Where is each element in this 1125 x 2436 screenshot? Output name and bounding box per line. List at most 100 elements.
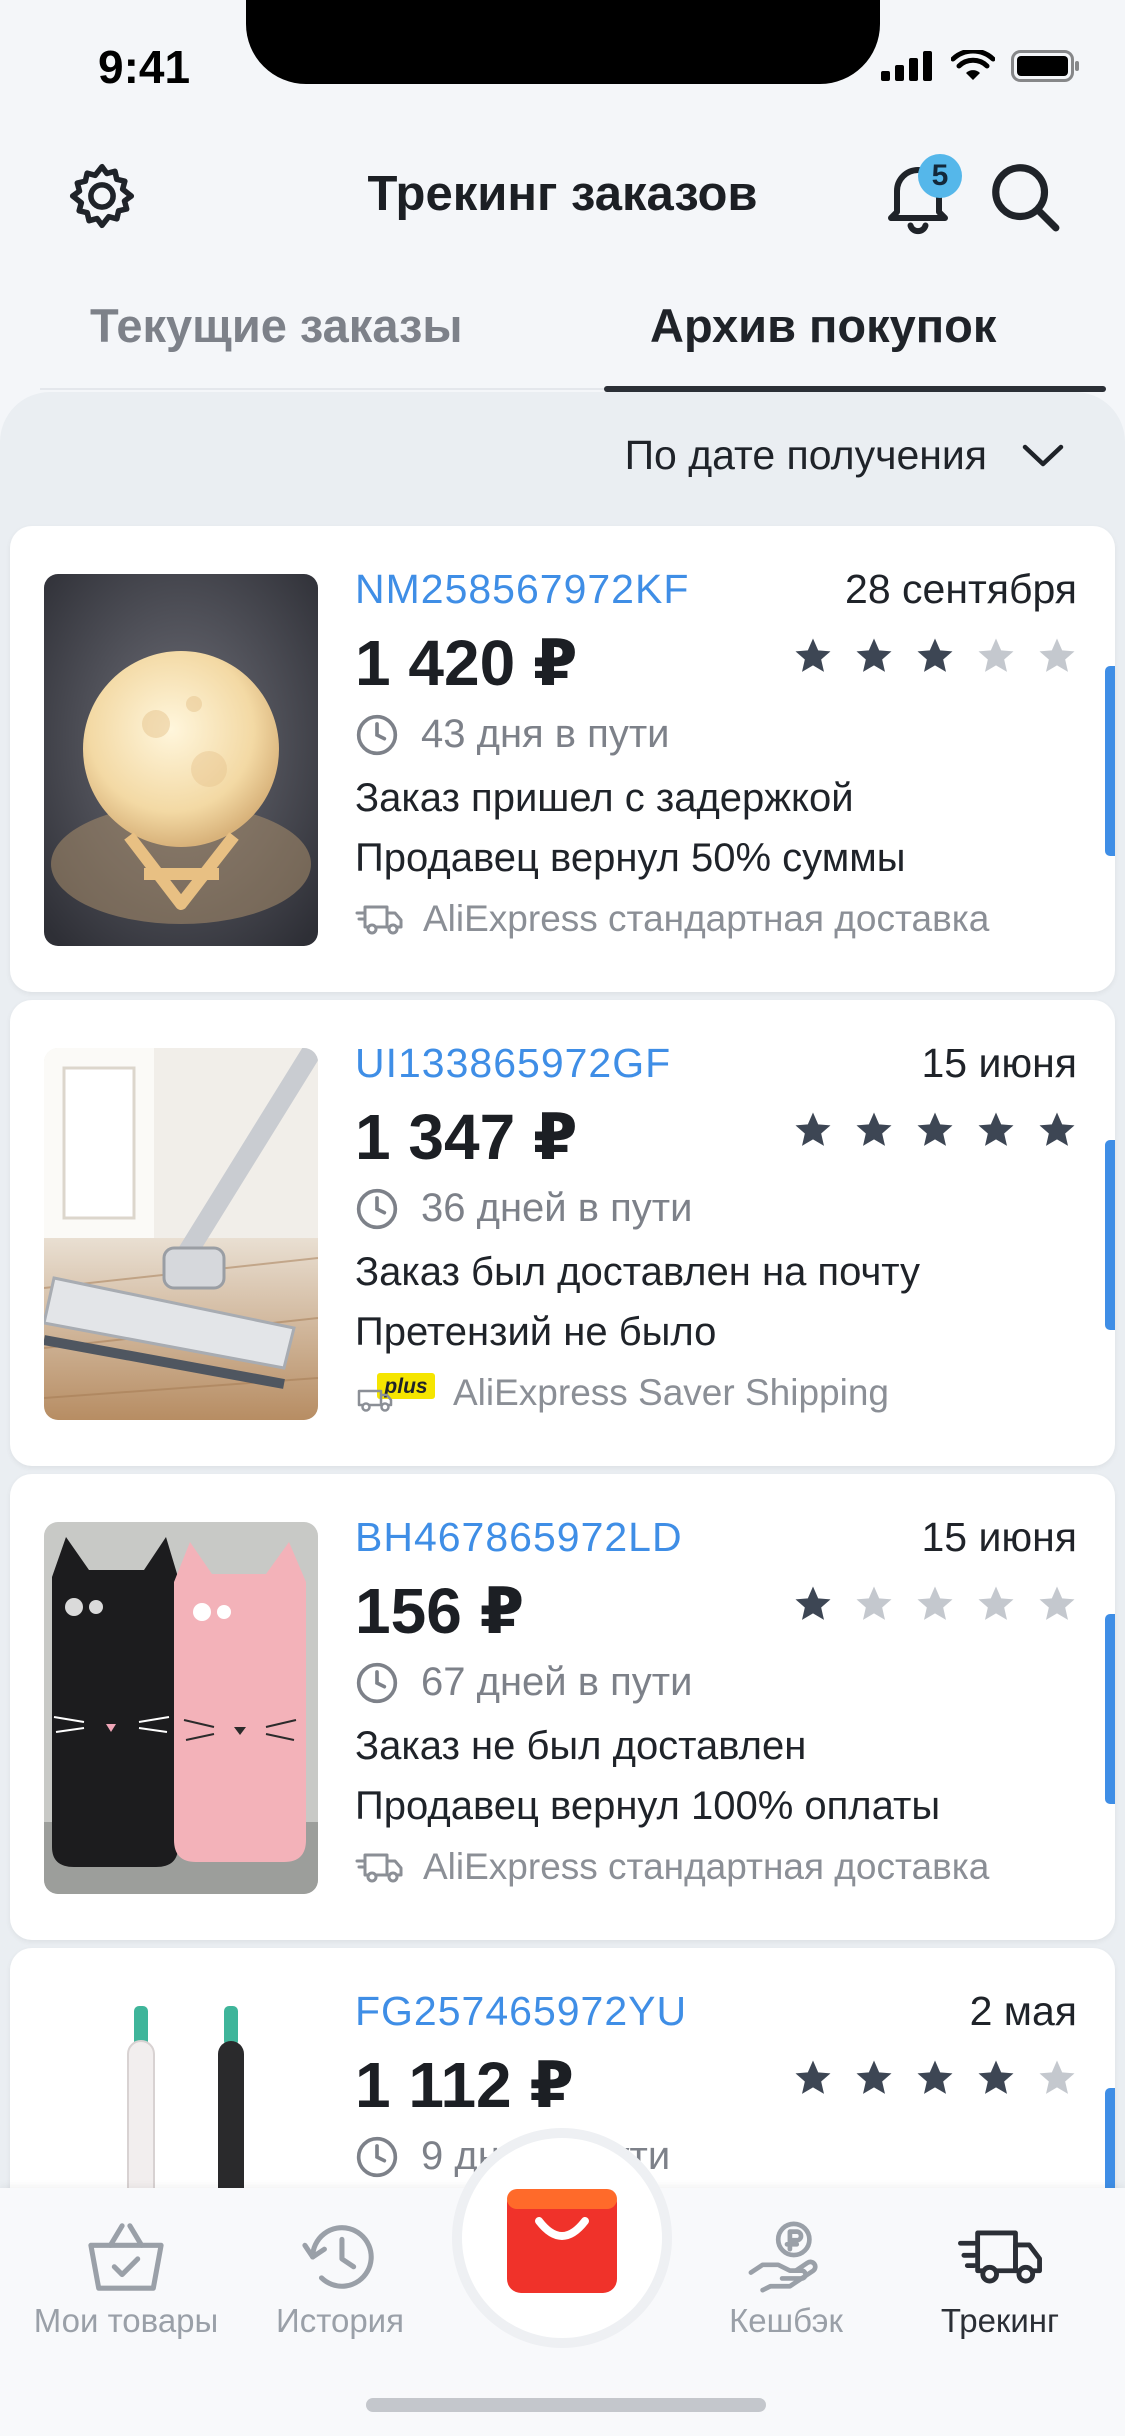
transit-text: 67 дней в пути xyxy=(421,1660,693,1704)
nav-label: Трекинг xyxy=(940,2302,1060,2339)
order-status-line-2: Претензий не было xyxy=(355,1310,717,1354)
rating-stars[interactable] xyxy=(793,636,1077,676)
tab-purchase-archive[interactable]: Архив покупок xyxy=(650,298,996,353)
star-filled-icon[interactable] xyxy=(793,2058,833,2098)
star-filled-icon[interactable] xyxy=(915,2058,955,2098)
shipping-method: plus AliExpress Saver Shipping xyxy=(355,1372,889,1414)
truck-icon xyxy=(355,905,403,935)
shipping-method: AliExpress стандартная доставка xyxy=(355,898,989,940)
tracking-truck-icon xyxy=(958,2230,1042,2284)
nav-item-history[interactable]: История xyxy=(230,2218,450,2340)
star-empty-icon[interactable] xyxy=(976,1584,1016,1624)
swipe-indicator xyxy=(1105,666,1115,856)
star-empty-icon[interactable] xyxy=(915,1584,955,1624)
order-status-line-2: Продавец вернул 100% оплаты xyxy=(355,1784,941,1828)
clock-icon xyxy=(356,2136,398,2177)
order-price: 156 ₽ xyxy=(355,1575,525,1647)
star-filled-icon[interactable] xyxy=(854,1110,894,1150)
rating-stars[interactable] xyxy=(793,1584,1077,1624)
rating-stars[interactable] xyxy=(793,2058,1077,2098)
clock-icon xyxy=(356,1662,398,1703)
clock-icon xyxy=(356,714,398,755)
product-image-mop xyxy=(44,1048,318,1420)
order-price: 1 347 ₽ xyxy=(355,1101,578,1173)
star-filled-icon[interactable] xyxy=(854,2058,894,2098)
notifications-button[interactable]: 5 xyxy=(882,154,962,238)
order-date: 2 мая xyxy=(969,1988,1077,2034)
nav-label: Мои товары xyxy=(33,2302,219,2339)
order-price: 1 420 ₽ xyxy=(355,627,578,699)
nav-item-my-products[interactable]: Мои товары xyxy=(16,2218,236,2340)
star-filled-icon[interactable] xyxy=(1037,1110,1077,1150)
truck-icon xyxy=(355,1853,403,1883)
notification-badge: 5 xyxy=(918,154,962,198)
nav-label: Кешбэк xyxy=(729,2302,843,2339)
swipe-indicator xyxy=(1105,1140,1115,1330)
aliexpress-bag-icon xyxy=(507,2189,617,2293)
star-filled-icon[interactable] xyxy=(793,1584,833,1624)
order-date: 15 июня xyxy=(921,1040,1078,1086)
transit-text: 43 дня в пути xyxy=(421,712,670,756)
orders-list-panel: По дате получения NM258567972KF 28 сентя… xyxy=(0,392,1125,2414)
history-icon xyxy=(302,2225,374,2289)
star-filled-icon[interactable] xyxy=(854,636,894,676)
clock-icon xyxy=(356,1188,398,1229)
star-empty-icon[interactable] xyxy=(976,636,1016,676)
nav-item-tracking[interactable]: Трекинг xyxy=(890,2218,1110,2340)
transit-time: 67 дней в пути xyxy=(355,1660,692,1705)
star-filled-icon[interactable] xyxy=(793,1110,833,1150)
plus-truck-icon: plus xyxy=(357,1373,435,1412)
cashback-icon xyxy=(748,2221,818,2293)
aliexpress-home-button[interactable] xyxy=(462,2138,662,2338)
order-id[interactable]: BH467865972LD xyxy=(355,1514,683,1561)
shipping-text: AliExpress стандартная доставка xyxy=(423,1846,990,1887)
status-icons xyxy=(881,50,1081,82)
status-bar: 9:41 xyxy=(0,0,1125,130)
order-id[interactable]: UI133865972GF xyxy=(355,1040,671,1087)
search-button[interactable] xyxy=(986,158,1066,238)
star-filled-icon[interactable] xyxy=(976,2058,1016,2098)
order-card[interactable]: NM258567972KF 28 сентября 1 420 ₽ 43 дня… xyxy=(10,526,1115,992)
order-card[interactable]: BH467865972LD 15 июня 156 ₽ 67 дней в пу… xyxy=(10,1474,1115,1940)
shipping-text: AliExpress Saver Shipping xyxy=(453,1372,889,1413)
star-empty-icon[interactable] xyxy=(1037,1584,1077,1624)
shipping-badge-text: plus xyxy=(383,1375,427,1398)
star-filled-icon[interactable] xyxy=(915,636,955,676)
home-indicator[interactable] xyxy=(366,2398,766,2412)
star-filled-icon[interactable] xyxy=(793,636,833,676)
status-time: 9:41 xyxy=(98,41,191,93)
wifi-icon xyxy=(951,50,995,80)
nav-label: История xyxy=(276,2302,404,2339)
device-notch xyxy=(246,0,880,84)
basket-icon xyxy=(88,2223,164,2291)
order-status-line-1: Заказ был доставлен на почту xyxy=(355,1250,921,1294)
order-status-line-1: Заказ пришел с задержкой xyxy=(355,776,854,820)
transit-text: 36 дней в пути xyxy=(421,1186,693,1230)
order-date: 15 июня xyxy=(921,1514,1078,1560)
order-card[interactable]: UI133865972GF 15 июня 1 347 ₽ 36 дней в … xyxy=(10,1000,1115,1466)
sort-dropdown[interactable]: По дате получения xyxy=(625,432,1065,479)
star-empty-icon[interactable] xyxy=(1037,2058,1077,2098)
star-empty-icon[interactable] xyxy=(1037,636,1077,676)
transit-time: 36 дней в пути xyxy=(355,1186,692,1231)
tab-current-orders[interactable]: Текущие заказы xyxy=(90,298,463,353)
order-id[interactable]: NM258567972KF xyxy=(355,566,689,613)
shipping-method: AliExpress стандартная доставка xyxy=(355,1846,989,1888)
transit-time: 43 дня в пути xyxy=(355,712,670,757)
nav-item-cashback[interactable]: Кешбэк xyxy=(676,2218,896,2340)
order-id[interactable]: FG257465972YU xyxy=(355,1988,687,2035)
star-empty-icon[interactable] xyxy=(854,1584,894,1624)
battery-icon xyxy=(1011,50,1079,82)
header: Трекинг заказов 5 xyxy=(0,140,1125,250)
rating-stars[interactable] xyxy=(793,1110,1077,1150)
sort-label: По дате получения xyxy=(624,432,987,478)
order-status-line-2: Продавец вернул 50% суммы xyxy=(355,836,906,880)
product-image-cat-phone-cases xyxy=(44,1522,318,1894)
search-icon xyxy=(992,164,1060,232)
star-filled-icon[interactable] xyxy=(976,1110,1016,1150)
order-date: 28 сентября xyxy=(845,566,1077,612)
swipe-indicator xyxy=(1105,1614,1115,1804)
star-filled-icon[interactable] xyxy=(915,1110,955,1150)
order-status-line-1: Заказ не был доставлен xyxy=(355,1724,807,1768)
shipping-text: AliExpress стандартная доставка xyxy=(423,898,990,939)
